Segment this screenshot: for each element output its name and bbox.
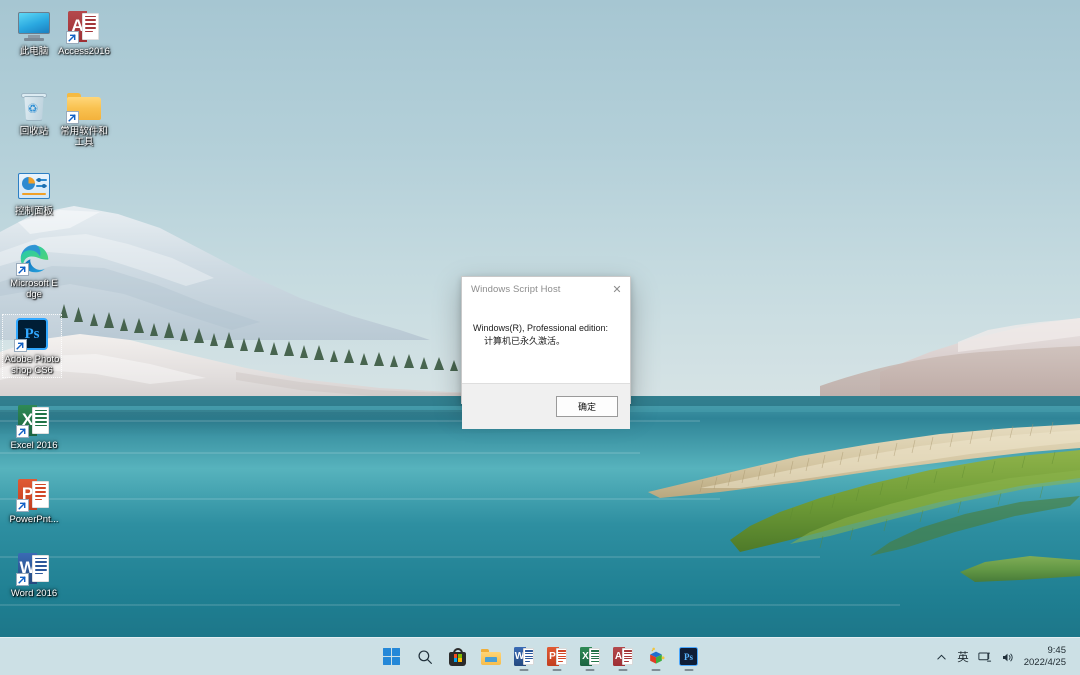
windows-script-host-dialog[interactable]: Windows Script Host ✕ Windows(R), Profes… bbox=[461, 276, 631, 429]
file-explorer-icon bbox=[480, 646, 501, 667]
desktop-icon-label: Word 2016 bbox=[10, 588, 58, 599]
taskbar-3d-app[interactable] bbox=[639, 640, 672, 673]
ok-button[interactable]: 确定 bbox=[556, 396, 618, 417]
desktop-icon-label: PowerPnt... bbox=[9, 514, 59, 525]
taskbar-store-button[interactable] bbox=[441, 640, 474, 673]
dialog-footer: 确定 bbox=[462, 383, 630, 429]
microsoft-store-icon bbox=[447, 646, 468, 667]
desktop-icon-control-panel[interactable]: 控制面板 bbox=[6, 166, 62, 219]
taskbar-clock[interactable]: 9:45 2022/4/25 bbox=[1018, 641, 1074, 673]
tray-quick-settings[interactable] bbox=[974, 642, 1018, 672]
dialog-body: Windows(R), Professional edition: 计算机已永久… bbox=[462, 301, 630, 383]
ime-indicator[interactable]: 英 bbox=[952, 642, 974, 672]
desktop-icon-label: 常用软件和工具 bbox=[60, 126, 108, 148]
desktop-icon-label: 回收站 bbox=[19, 126, 49, 137]
powerpoint-icon: P bbox=[16, 477, 51, 512]
running-indicator bbox=[585, 668, 594, 671]
windows-logo-icon bbox=[381, 646, 402, 667]
shortcut-arrow-icon bbox=[14, 339, 27, 352]
running-indicator bbox=[651, 668, 660, 671]
network-icon[interactable] bbox=[974, 642, 995, 672]
this-pc-icon bbox=[17, 9, 51, 43]
desktop-icon-this-pc[interactable]: 此电脑 bbox=[6, 6, 62, 59]
taskbar-start-button[interactable] bbox=[375, 640, 408, 673]
taskbar-word[interactable]: W bbox=[507, 640, 540, 673]
chevron-up-icon bbox=[937, 654, 946, 659]
shortcut-arrow-icon bbox=[66, 31, 79, 44]
cube-3d-icon bbox=[645, 646, 666, 667]
clock-time: 9:45 bbox=[1047, 645, 1067, 656]
shortcut-arrow-icon bbox=[16, 263, 29, 276]
word-icon: W bbox=[16, 551, 51, 586]
clock-date: 2022/4/25 bbox=[1023, 657, 1066, 668]
desktop-icon-label: Access2016 bbox=[58, 46, 110, 57]
shortcut-arrow-icon bbox=[16, 499, 29, 512]
desktop-icon-recycle-bin[interactable]: ♽ 回收站 bbox=[6, 86, 62, 139]
taskbar-center-group: W P X A Ps bbox=[0, 638, 1080, 675]
desktop-icon-access-2016[interactable]: A Access2016 bbox=[56, 6, 112, 59]
desktop-icon-label: Excel 2016 bbox=[10, 440, 58, 451]
access-icon: A bbox=[612, 646, 633, 667]
desktop-icon-common-tools[interactable]: 常用软件和工具 bbox=[56, 86, 112, 150]
running-indicator bbox=[519, 668, 528, 671]
search-icon bbox=[414, 646, 435, 667]
taskbar-excel[interactable]: X bbox=[573, 640, 606, 673]
taskbar-search-button[interactable] bbox=[408, 640, 441, 673]
shortcut-arrow-icon bbox=[66, 111, 79, 124]
running-indicator bbox=[552, 668, 561, 671]
dialog-message-line1: Windows(R), Professional edition: bbox=[473, 323, 609, 333]
access-icon: A bbox=[66, 9, 101, 44]
photoshop-icon: Ps bbox=[678, 646, 699, 667]
dialog-title: Windows Script Host bbox=[471, 283, 561, 295]
desktop-icon-label: Microsoft Edge bbox=[10, 278, 58, 300]
excel-icon: X bbox=[16, 403, 51, 438]
tray-overflow-button[interactable] bbox=[931, 642, 952, 672]
taskbar-photoshop[interactable]: Ps bbox=[672, 640, 705, 673]
desktop-icon-microsoft-edge[interactable]: Microsoft Edge bbox=[6, 238, 62, 302]
desktop-icon-excel-2016[interactable]: X Excel 2016 bbox=[6, 400, 62, 453]
powerpoint-icon: P bbox=[546, 646, 567, 667]
folder-icon bbox=[66, 89, 101, 124]
recycle-bin-icon: ♽ bbox=[17, 89, 51, 123]
desktop-icon-label: 控制面板 bbox=[14, 206, 53, 217]
desktop-icon-label: Adobe Photoshop CS6 bbox=[4, 354, 60, 376]
control-panel-icon bbox=[17, 169, 51, 203]
word-icon: W bbox=[513, 646, 534, 667]
running-indicator bbox=[684, 668, 693, 671]
taskbar-file-explorer[interactable] bbox=[474, 640, 507, 673]
desktop-icon-photoshop-cs6[interactable]: Ps Adobe Photoshop CS6 bbox=[2, 314, 62, 378]
desktop-icon-grid: 此电脑 A Access2016 ♽ 回收站 常用软件和工具 控制面板 Micr… bbox=[0, 0, 120, 630]
desktop-icon-word-2016[interactable]: W Word 2016 bbox=[6, 548, 62, 601]
running-indicator bbox=[618, 668, 627, 671]
shortcut-arrow-icon bbox=[16, 573, 29, 586]
desktop-icon-powerpoint[interactable]: P PowerPnt... bbox=[6, 474, 62, 527]
volume-icon[interactable] bbox=[997, 642, 1018, 672]
close-icon[interactable]: ✕ bbox=[604, 277, 630, 301]
system-tray: 英 9:45 2022/4/25 bbox=[931, 638, 1080, 675]
desktop-icon-label: 此电脑 bbox=[19, 46, 49, 57]
taskbar-powerpoint[interactable]: P bbox=[540, 640, 573, 673]
dialog-message-line2: 计算机已永久激活。 bbox=[484, 336, 566, 346]
dialog-titlebar[interactable]: Windows Script Host ✕ bbox=[462, 277, 630, 301]
edge-icon bbox=[16, 241, 51, 276]
taskbar-access[interactable]: A bbox=[606, 640, 639, 673]
photoshop-icon: Ps bbox=[14, 317, 49, 352]
excel-icon: X bbox=[579, 646, 600, 667]
taskbar[interactable]: W P X A Ps 英 9:45 2022/4/25 bbox=[0, 637, 1080, 675]
shortcut-arrow-icon bbox=[16, 425, 29, 438]
